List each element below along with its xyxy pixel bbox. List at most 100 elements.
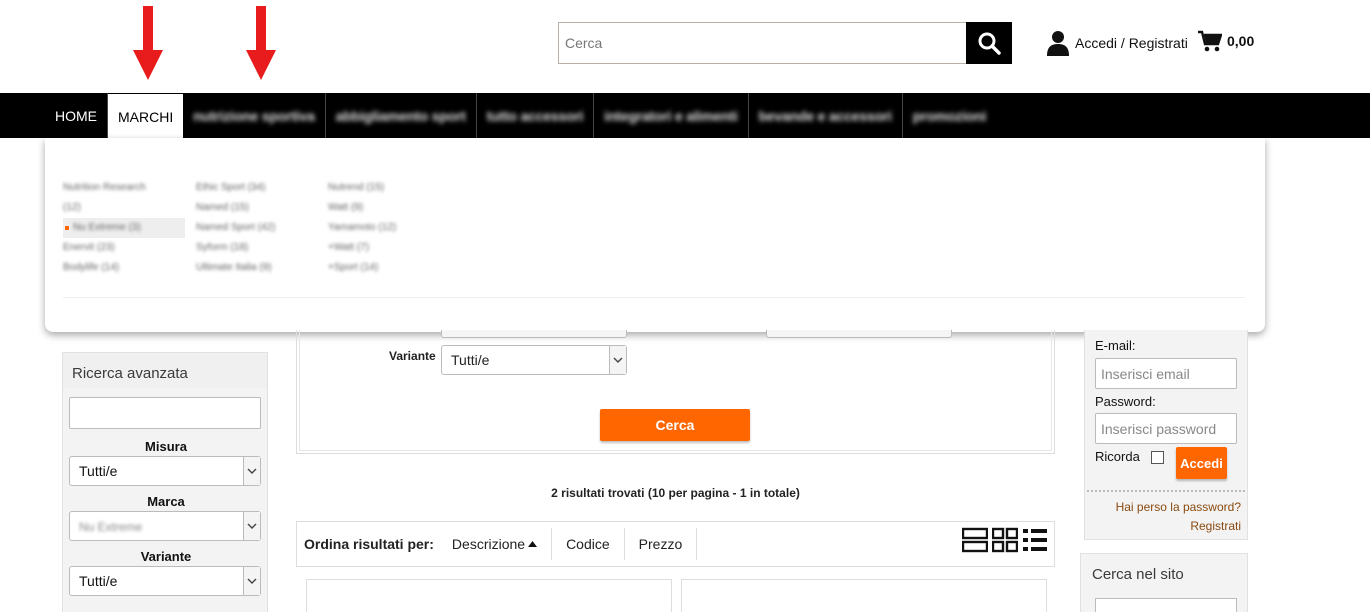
email-field[interactable] xyxy=(1095,358,1237,389)
cart-total: 0,00 xyxy=(1227,33,1255,49)
brand-link[interactable]: Named (15) xyxy=(196,198,275,218)
brands-column: Nutrition Research (12) Nu Extreme (3) E… xyxy=(63,178,185,278)
select-value: Tutti/e xyxy=(79,573,118,589)
brand-link[interactable]: Nutrend (15) xyxy=(328,178,396,198)
select-value: Tutti/e xyxy=(79,463,118,479)
search-icon xyxy=(978,32,1001,55)
red-arrow-annotation xyxy=(133,6,163,80)
brands-column: Nutrend (15) Watt (9) Yamamoto (12) +Wat… xyxy=(328,178,396,278)
nav-label: promozioni xyxy=(912,107,987,124)
divider xyxy=(63,297,1245,298)
panel-title: Ricerca avanzata xyxy=(63,353,267,388)
brand-link[interactable]: +Sport (14) xyxy=(328,258,396,278)
brand-link[interactable]: Watt (9) xyxy=(328,198,396,218)
sort-descrizione[interactable]: Descrizione xyxy=(444,528,553,560)
nav-item-blurred[interactable]: bevande e accessori xyxy=(749,93,903,138)
sort-bar: Ordina risultati per: Descrizione Codice… xyxy=(296,521,1055,567)
account-link[interactable]: Accedi / Registrati xyxy=(1047,30,1188,56)
site-search-input[interactable] xyxy=(1095,598,1237,612)
advanced-search-panel: Ricerca avanzata Misura Tutti/e Marca Nu… xyxy=(62,352,268,612)
chevron-down-icon xyxy=(243,567,260,595)
email-label: E-mail: xyxy=(1095,338,1136,353)
site-search-panel: Cerca nel sito xyxy=(1080,553,1248,612)
product-card[interactable] xyxy=(681,579,1047,612)
cart-link[interactable]: 0,00 xyxy=(1198,30,1254,52)
select-value: Nu Extreme xyxy=(79,520,143,534)
brand-label: Nu Extreme (3) xyxy=(73,222,141,233)
login-panel: E-mail: Password: Ricorda Accedi Hai per… xyxy=(1084,330,1248,540)
chevron-down-icon xyxy=(243,512,260,540)
search-input[interactable] xyxy=(558,22,966,64)
nav-item-blurred[interactable]: promozioni xyxy=(903,93,996,138)
variante-select[interactable]: Tutti/e xyxy=(441,345,627,375)
marca-select[interactable]: Nu Extreme xyxy=(69,511,261,541)
search-submit-button[interactable]: Cerca xyxy=(600,409,750,441)
brand-link[interactable]: Named Sport (42) xyxy=(196,218,275,238)
chevron-down-icon xyxy=(609,346,626,374)
panel-title: Cerca nel sito xyxy=(1092,566,1184,583)
remember-label: Ricorda xyxy=(1095,449,1140,464)
brand-link[interactable]: Syform (18) xyxy=(196,238,275,258)
brands-column: Ethic Sport (34) Named (15) Named Sport … xyxy=(196,178,275,278)
nav-label: tutto accessori xyxy=(486,107,584,124)
sort-label: Ordina risultati per: xyxy=(304,536,434,552)
product-card[interactable] xyxy=(306,579,672,612)
grid-view-icon[interactable] xyxy=(992,527,1018,553)
nav-item-blurred[interactable]: nutrizione sportiva xyxy=(183,93,326,138)
selected-brand[interactable]: Nu Extreme (3) xyxy=(63,218,185,238)
marca-label: Marca xyxy=(147,494,185,509)
brand-link[interactable]: Nutrition Research xyxy=(63,178,185,198)
brand-link[interactable]: Yamamoto (12) xyxy=(328,218,396,238)
nav-label: MARCHI xyxy=(118,108,174,125)
advanced-search-input[interactable] xyxy=(69,397,261,429)
search-button[interactable] xyxy=(966,22,1012,64)
remember-checkbox[interactable] xyxy=(1151,451,1164,464)
password-field[interactable] xyxy=(1095,413,1237,444)
nav-label: integratori e alimenti xyxy=(604,107,738,124)
variante-label: Variante xyxy=(140,549,192,564)
selected-marker-icon xyxy=(65,226,69,230)
nav-label: bevande e accessori xyxy=(758,107,892,124)
brand-link[interactable]: +Watt (7) xyxy=(328,238,396,258)
sort-asc-icon xyxy=(528,541,538,547)
register-link[interactable]: Registrati xyxy=(1190,519,1241,533)
password-label: Password: xyxy=(1095,394,1156,409)
header-search xyxy=(558,22,1012,64)
detail-list-icon[interactable] xyxy=(1022,527,1048,553)
nav-item-blurred[interactable]: abbigliamento sport xyxy=(326,93,477,138)
nav-item-blurred[interactable]: integratori e alimenti xyxy=(594,93,749,138)
results-summary: 2 risultati trovati (10 per pagina - 1 i… xyxy=(551,486,800,500)
sort-codice[interactable]: Codice xyxy=(552,528,625,560)
sort-option-label: Prezzo xyxy=(638,536,683,552)
account-label: Accedi / Registrati xyxy=(1075,35,1188,51)
nav-item-home[interactable]: HOME xyxy=(45,93,108,138)
nav-label: abbigliamento sport xyxy=(335,107,466,124)
user-icon xyxy=(1047,31,1069,56)
login-button[interactable]: Accedi xyxy=(1176,447,1227,479)
chevron-down-icon xyxy=(243,457,260,485)
brand-link[interactable]: Bodylife (14) xyxy=(63,258,185,278)
brand-link[interactable]: (12) xyxy=(63,198,185,218)
sort-option-label: Descrizione xyxy=(451,536,526,552)
brand-link[interactable]: Ethic Sport (34) xyxy=(196,178,275,198)
hidden-select-edge[interactable] xyxy=(441,330,627,338)
brands-dropdown: Nutrition Research (12) Nu Extreme (3) E… xyxy=(45,138,1265,332)
nav-label: HOME xyxy=(55,107,97,124)
brand-link[interactable]: Enervit (23) xyxy=(63,238,185,258)
nav-item-blurred[interactable]: tutto accessori xyxy=(477,93,595,138)
nav-label: nutrizione sportiva xyxy=(193,107,315,124)
nav-item-marchi[interactable]: MARCHI xyxy=(108,94,184,139)
brand-link[interactable]: Ultimate Italia (9) xyxy=(196,258,275,278)
select-value: Tutti/e xyxy=(451,352,490,368)
hidden-select-edge[interactable] xyxy=(766,330,952,338)
main-nav: HOME MARCHI nutrizione sportiva abbiglia… xyxy=(0,93,1370,139)
misura-select[interactable]: Tutti/e xyxy=(69,456,261,486)
variante-select[interactable]: Tutti/e xyxy=(69,566,261,596)
forgot-password-link[interactable]: Hai perso la password? xyxy=(1116,500,1241,514)
sort-option-label: Codice xyxy=(566,536,610,552)
sort-prezzo[interactable]: Prezzo xyxy=(625,528,698,560)
red-arrow-annotation xyxy=(246,6,276,80)
variante-label: Variante xyxy=(389,349,436,363)
list-view-icon[interactable] xyxy=(962,527,988,553)
divider xyxy=(1087,490,1245,492)
